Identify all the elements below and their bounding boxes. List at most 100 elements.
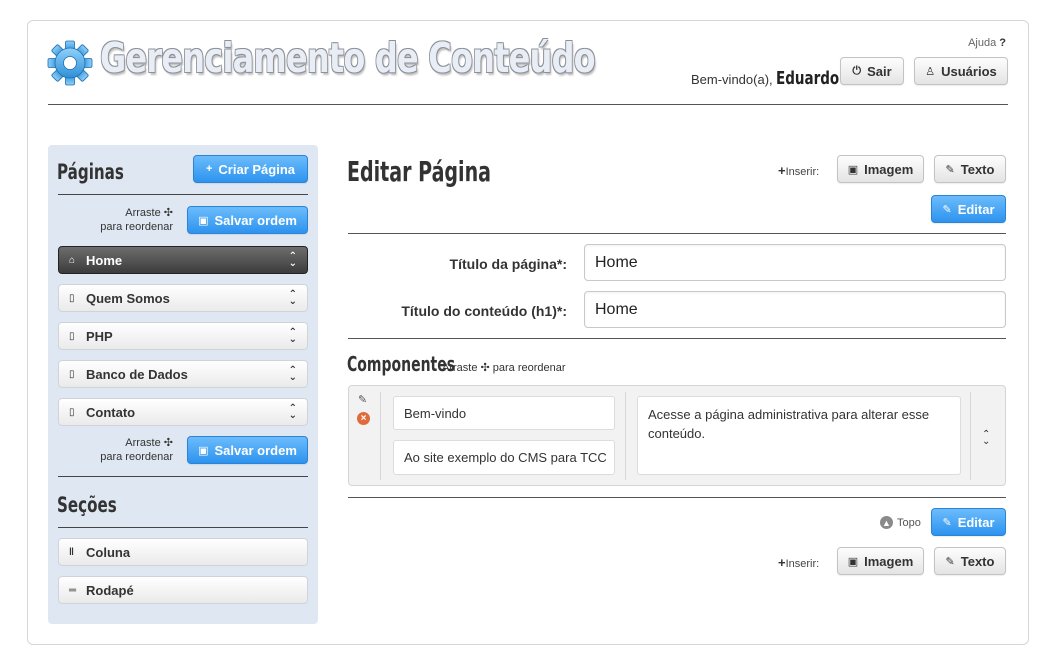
page-item-home[interactable]: ⌂ Home ⌃ ⌄: [58, 246, 308, 274]
drag-hint-line2: para reordenar: [100, 221, 173, 233]
form-bottom-divider: [348, 338, 1006, 339]
edit-label: Editar: [957, 514, 995, 530]
insert-plus: +: [778, 163, 786, 178]
help-link[interactable]: Ajuda ?: [968, 37, 1006, 49]
arrow-up-icon: ▲: [880, 516, 893, 529]
edit-label: Editar: [957, 201, 995, 217]
components-bottom-divider: [348, 497, 1006, 498]
components-hint: Arraste ✣ para reordenar: [442, 362, 566, 374]
logout-button[interactable]: ⏻ Sair: [840, 57, 904, 85]
drag-hint-line1: Arraste ✣: [125, 437, 173, 449]
page-title-label: Título da página*:: [449, 256, 567, 272]
user-icon: ♙: [925, 65, 936, 78]
section-item-coluna[interactable]: ‖ Coluna: [58, 538, 308, 566]
reorder-arrows-icon[interactable]: ⌃ ⌄: [289, 366, 297, 383]
help-icon: ?: [999, 37, 1006, 49]
app-title: Gerenciamento de Conteúdo: [100, 34, 596, 82]
pages-bottom-divider: [58, 476, 308, 477]
sections-title: Seções: [57, 493, 117, 517]
welcome-prefix: Bem-vindo(a),: [691, 72, 773, 87]
reorder-arrows-icon[interactable]: ⌃ ⌄: [289, 290, 297, 307]
footer-icon: ═: [69, 584, 77, 596]
pencil-icon: ✎: [942, 516, 952, 529]
reorder-arrows-icon[interactable]: ⌃ ⌄: [289, 252, 297, 269]
header-divider: [48, 104, 1008, 105]
insert-label-text: Inserir:: [785, 558, 820, 570]
insert-text-label: Texto: [960, 553, 995, 569]
plus-icon: +: [205, 163, 213, 175]
page-item-label: Quem Somos: [86, 290, 170, 306]
drag-hint-line2: para reordenar: [100, 451, 173, 463]
edit-button-top[interactable]: ✎ Editar: [931, 195, 1006, 223]
component-field-heading[interactable]: Bem-vindo: [393, 396, 615, 430]
insert-image-button-bottom[interactable]: ▣ Imagem: [837, 547, 924, 575]
text-icon: ✎: [945, 555, 955, 568]
component-separator-left: [380, 392, 381, 480]
create-page-button[interactable]: + Criar Página: [193, 155, 308, 183]
home-icon: ⌂: [69, 254, 76, 266]
page-item-quem-somos[interactable]: ▯ Quem Somos ⌃ ⌄: [58, 284, 308, 312]
users-label: Usuários: [941, 63, 997, 79]
help-label: Ajuda: [968, 37, 997, 49]
component-separator-right: [970, 392, 971, 480]
text-component-icon: ✎: [358, 394, 368, 406]
insert-image-label: Imagem: [864, 553, 914, 569]
text-icon: ✎: [945, 163, 955, 176]
section-item-rodape[interactable]: ═ Rodapé: [58, 576, 308, 604]
content-title-input[interactable]: Home: [584, 291, 1006, 328]
delete-icon[interactable]: ×: [357, 412, 370, 425]
reorder-arrows-icon[interactable]: ⌃ ⌄: [289, 404, 297, 421]
page-item-banco-de-dados[interactable]: ▯ Banco de Dados ⌃ ⌄: [58, 360, 308, 388]
document-icon: ▯: [69, 368, 75, 380]
users-button[interactable]: ♙ Usuários: [914, 57, 1008, 85]
insert-plus: +: [778, 555, 786, 570]
page-item-php[interactable]: ▯ PHP ⌃ ⌄: [58, 322, 308, 350]
save-order-label: Salvar ordem: [214, 212, 297, 228]
page-title-input[interactable]: Home: [584, 244, 1006, 281]
logout-label: Sair: [867, 63, 892, 79]
form-top-divider: [348, 233, 1006, 234]
edit-button-bottom[interactable]: ✎ Editar: [931, 508, 1006, 536]
page-item-contato[interactable]: ▯ Contato ⌃ ⌄: [58, 398, 308, 426]
welcome-message: Bem-vindo(a), Eduardo.: [691, 68, 852, 89]
drag-hint-top: Arraste ✣ para reordenar: [80, 206, 173, 234]
component-body-text[interactable]: Acesse a página administrativa para alte…: [637, 396, 961, 475]
reorder-arrows-icon[interactable]: ⌃ ⌄: [289, 328, 297, 345]
save-order-button-bottom[interactable]: ▣ Salvar ordem: [187, 436, 308, 464]
sections-divider: [58, 527, 308, 528]
component-separator-middle: [625, 392, 626, 480]
section-item-label: Coluna: [86, 544, 131, 560]
components-title: Componentes: [347, 352, 456, 376]
pages-title: Páginas: [57, 160, 124, 184]
pages-divider: [58, 194, 308, 195]
drag-hint-bottom: Arraste ✣ para reordenar: [80, 436, 173, 464]
insert-text-button-top[interactable]: ✎ Texto: [934, 155, 1006, 183]
page-title: Editar Página: [347, 155, 491, 188]
document-icon: ▯: [69, 292, 75, 304]
drag-hint-line1: Arraste ✣: [125, 207, 173, 219]
insert-image-label: Imagem: [864, 161, 914, 177]
power-icon: ⏻: [852, 64, 862, 77]
content-title-label: Título do conteúdo (h1)*:: [401, 303, 567, 319]
document-icon: ▯: [69, 406, 75, 418]
insert-label-text: Inserir:: [785, 166, 820, 178]
top-link[interactable]: ▲ Topo: [880, 516, 921, 529]
save-icon: ▣: [198, 444, 209, 457]
top-label: Topo: [897, 516, 921, 529]
document-icon: ▯: [69, 330, 75, 342]
save-icon: ▣: [198, 214, 209, 227]
save-order-label: Salvar ordem: [214, 442, 297, 458]
pencil-icon: ✎: [942, 203, 952, 216]
component-field-subheading[interactable]: Ao site exemplo do CMS para TCC: [393, 440, 615, 475]
image-icon: ▣: [847, 163, 859, 176]
page-item-label: Home: [86, 252, 123, 268]
component-reorder-icon[interactable]: ⌃ ⌄: [982, 430, 990, 447]
insert-image-button-top[interactable]: ▣ Imagem: [837, 155, 924, 183]
insert-text-label: Texto: [960, 161, 995, 177]
create-page-label: Criar Página: [218, 161, 296, 177]
insert-text-button-bottom[interactable]: ✎ Texto: [934, 547, 1006, 575]
image-icon: ▣: [847, 555, 859, 568]
page-item-label: PHP: [86, 328, 113, 344]
section-item-label: Rodapé: [86, 582, 134, 598]
save-order-button-top[interactable]: ▣ Salvar ordem: [187, 206, 308, 234]
